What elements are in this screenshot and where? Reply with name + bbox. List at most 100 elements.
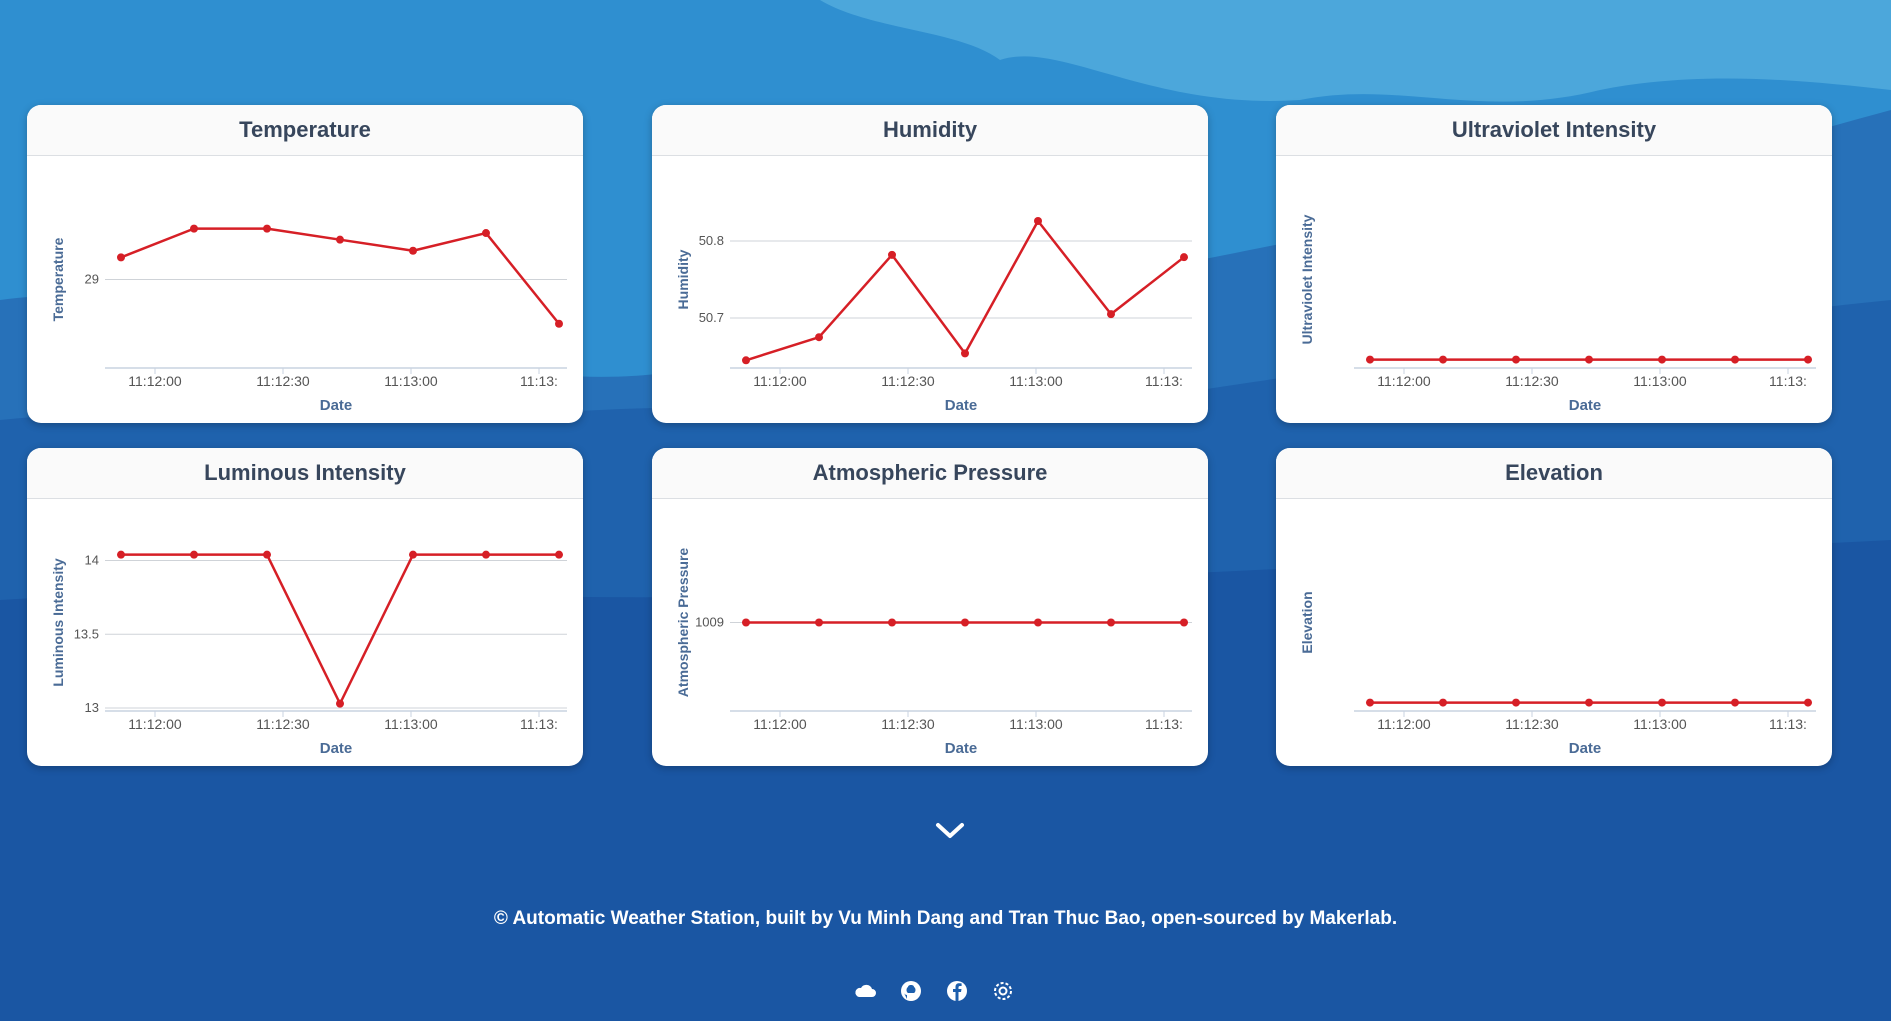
x-tick-label: 11:12:30 <box>881 373 935 389</box>
x-tick-label: 11:13: <box>520 373 558 389</box>
x-tick-label: 11:13: <box>1145 716 1183 732</box>
card-title: Elevation <box>1276 448 1832 499</box>
temperature-chart: 29 11:12:00 11:12:30 11:13:00 11:13: Date Temp… <box>50 224 567 414</box>
x-axis-label: Date <box>320 740 353 757</box>
x-tick-label: 11:12:00 <box>128 716 182 732</box>
x-axis-label: Date <box>945 740 978 757</box>
y-axis-label: Luminous Intensity <box>50 558 66 687</box>
facebook-icon[interactable] <box>944 978 970 1004</box>
x-tick-label: 11:12:30 <box>256 716 310 732</box>
data-point <box>482 229 490 238</box>
data-point <box>482 550 490 559</box>
data-point <box>190 550 198 559</box>
pressure-card: Atmospheric Pressure 1009 11:12:00 11:12:3… <box>652 448 1208 766</box>
card-title: Temperature <box>27 105 583 156</box>
temperature-card: Temperature 29 11:12:00 11:12:30 11:13:00 11… <box>27 105 583 423</box>
y-tick-label: 50.8 <box>699 233 724 248</box>
pressure-chart: 1009 11:12:00 11:12:30 11:13:00 11:13: Date At… <box>675 548 1192 757</box>
footer-text: © Automatic Weather Station, built by Vu… <box>493 908 1398 929</box>
y-tick-label: 29 <box>85 272 99 287</box>
data-point <box>1512 698 1520 707</box>
x-tick-label: 11:12:30 <box>881 716 935 732</box>
luminous-chart: 14 13.5 13 11:12:00 11:12:30 11:13:00 11:13: Da… <box>50 550 567 757</box>
card-title: Ultraviolet Intensity <box>1276 105 1832 156</box>
data-point <box>1034 618 1042 627</box>
x-tick-label: 11:13: <box>1769 373 1807 389</box>
data-point <box>1107 618 1115 627</box>
data-point <box>263 224 271 233</box>
x-axis-label: Date <box>320 397 353 414</box>
data-point <box>1804 355 1812 364</box>
data-point <box>815 333 823 342</box>
elevation-card: Elevation 11:12:00 11:12:30 11:13:00 11:13:… <box>1276 448 1832 766</box>
chevron-down-icon[interactable] <box>934 820 966 842</box>
data-point <box>1366 355 1374 364</box>
data-point <box>336 699 344 708</box>
data-point <box>1107 310 1115 319</box>
x-tick-label: 11:13:00 <box>384 373 438 389</box>
x-tick-label: 11:13: <box>1145 373 1183 389</box>
y-axis-label: Elevation <box>1299 591 1315 653</box>
x-tick-label: 11:12:30 <box>256 373 310 389</box>
humidity-chart: 50.8 50.7 11:12:00 11:12:30 11:13:00 11:13: Da… <box>675 217 1192 414</box>
x-tick-label: 11:13: <box>1769 716 1807 732</box>
data-point <box>742 618 750 627</box>
social-links <box>852 978 1032 1004</box>
y-axis-label: Atmospheric Pressure <box>675 548 691 698</box>
x-tick-label: 11:13:00 <box>1009 373 1063 389</box>
y-tick-label: 13 <box>85 700 99 715</box>
settings-icon[interactable] <box>990 978 1016 1004</box>
x-tick-label: 11:12:30 <box>1505 716 1559 732</box>
y-tick-label: 50.7 <box>699 310 724 325</box>
x-axis-label: Date <box>1569 397 1602 414</box>
data-point <box>263 550 271 559</box>
card-title: Atmospheric Pressure <box>652 448 1208 499</box>
uv-card: Ultraviolet Intensity 11:12:00 11:12:30 11… <box>1276 105 1832 423</box>
humidity-card: Humidity 50.8 50.7 11:12:00 11:12:30 11:13:0… <box>652 105 1208 423</box>
data-point <box>117 253 125 262</box>
data-point <box>409 246 417 255</box>
x-tick-label: 11:13:00 <box>1009 716 1063 732</box>
data-point <box>742 356 750 365</box>
data-point <box>1439 698 1447 707</box>
data-point <box>1585 698 1593 707</box>
data-point <box>1585 355 1593 364</box>
data-point <box>1658 355 1666 364</box>
data-point <box>409 550 417 559</box>
x-tick-label: 11:12:00 <box>128 373 182 389</box>
data-point <box>336 235 344 244</box>
y-tick-label: 14 <box>85 553 99 568</box>
x-axis-label: Date <box>1569 740 1602 757</box>
x-axis-label: Date <box>945 397 978 414</box>
uv-chart: 11:12:00 11:12:30 11:13:00 11:13: Date Ultrav… <box>1299 214 1816 414</box>
x-tick-label: 11:13:00 <box>1633 373 1687 389</box>
data-point <box>1804 698 1812 707</box>
y-axis-label: Temperature <box>50 237 66 321</box>
card-title: Humidity <box>652 105 1208 156</box>
card-title: Luminous Intensity <box>27 448 583 499</box>
data-point <box>888 250 896 259</box>
x-tick-label: 11:12:30 <box>1505 373 1559 389</box>
data-point <box>1366 698 1374 707</box>
y-tick-label: 13.5 <box>74 626 99 641</box>
data-point <box>1731 355 1739 364</box>
data-point <box>888 618 896 627</box>
data-point <box>1512 355 1520 364</box>
y-tick-label: 1009 <box>695 615 724 630</box>
series-line <box>121 553 559 705</box>
x-tick-label: 11:13:00 <box>384 716 438 732</box>
luminous-card: Luminous Intensity 14 13.5 13 11:12:00 11:12… <box>27 448 583 766</box>
x-tick-label: 11:12:00 <box>1377 373 1431 389</box>
y-axis-label: Ultraviolet Intensity <box>1299 214 1315 344</box>
github-icon[interactable] <box>898 978 924 1004</box>
data-point <box>815 618 823 627</box>
x-tick-label: 11:13: <box>520 716 558 732</box>
data-point <box>555 550 563 559</box>
data-point <box>961 618 969 627</box>
cloud-icon[interactable] <box>852 978 878 1004</box>
x-tick-label: 11:12:00 <box>753 373 807 389</box>
elevation-chart: 11:12:00 11:12:30 11:13:00 11:13: Date Elevat… <box>1299 591 1816 757</box>
data-point <box>1658 698 1666 707</box>
data-point <box>555 319 563 328</box>
y-axis-label: Humidity <box>675 249 691 309</box>
